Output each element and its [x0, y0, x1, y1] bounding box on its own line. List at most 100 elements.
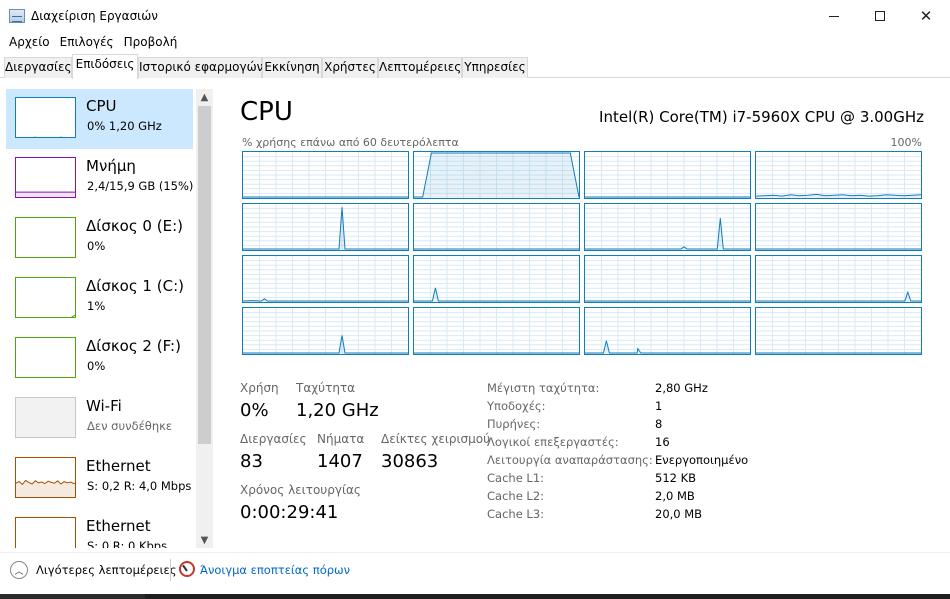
close-icon: ✕ — [919, 7, 933, 25]
speed-value: 1,20 GHz — [296, 400, 379, 421]
processes-label: Διεργασίες — [240, 432, 307, 446]
tab-bar: Διεργασίες Επιδόσεις Ιστορικό εφαρμογών … — [0, 54, 950, 79]
tab-performance[interactable]: Επιδόσεις — [72, 54, 138, 79]
handles-label: Δείκτες χειρισμού — [381, 432, 491, 446]
disk1-thumbnail-graph — [15, 277, 76, 318]
logical-processor-graph — [755, 203, 922, 251]
graph-caption: % χρήσης επάνω από 60 δευτερόλεπτα — [242, 136, 459, 149]
resource-name: Δίσκος 2 (F:) — [86, 337, 181, 355]
resource-wifi[interactable]: Wi-Fi Δεν συνδέθηκε — [6, 389, 193, 449]
threads-label: Νήματα — [317, 432, 365, 446]
menu-bar: Αρχείο Επιλογές Προβολή — [0, 32, 950, 52]
open-resource-monitor-link[interactable]: Άνοιγμα εποπτείας πόρων — [200, 563, 350, 577]
resource-memory[interactable]: Μνήμη 2,4/15,9 GB (15%) — [6, 149, 193, 209]
thumbnail-area — [16, 192, 75, 197]
window-title: Διαχείριση Εργασιών — [31, 9, 158, 23]
logical-processor-graph — [242, 151, 409, 199]
spec-value: 8 — [655, 417, 663, 431]
resource-detail: 0% — [87, 239, 106, 253]
core-usage-svg — [414, 204, 579, 250]
minimize-button[interactable] — [811, 0, 857, 32]
spec-value: Ενεργοποιημένο — [655, 453, 749, 467]
page-title: CPU — [240, 97, 293, 127]
resource-disk-2[interactable]: Δίσκος 2 (F:) 0% — [6, 329, 193, 389]
logical-processor-graph — [584, 255, 751, 303]
resource-disk-1[interactable]: Δίσκος 1 (C:) 1% — [6, 269, 193, 329]
scroll-up-arrow-icon[interactable]: ▲ — [196, 89, 213, 105]
footer-divider — [170, 559, 171, 581]
resource-detail: 0% 1,20 GHz — [87, 119, 162, 133]
threads-value: 1407 — [317, 451, 363, 472]
resource-disk-0[interactable]: Δίσκος 0 (E:) 0% — [6, 209, 193, 269]
tab-processes[interactable]: Διεργασίες — [4, 57, 72, 78]
footer-bar: ︿ Λιγότερες λεπτομέρειες Άνοιγμα εποπτεί… — [0, 552, 950, 585]
resource-detail: S: 0 R: 0 Kbps — [87, 539, 168, 548]
scroll-thumb[interactable] — [198, 106, 211, 444]
core-usage-svg — [585, 308, 750, 354]
core-usage-svg — [243, 256, 408, 302]
logical-processor-graph — [755, 255, 922, 303]
close-button[interactable]: ✕ — [903, 0, 949, 32]
tab-app-history[interactable]: Ιστορικό εφαρμογών — [138, 57, 263, 78]
resource-name: Ethernet — [86, 457, 151, 475]
maximize-button[interactable] — [857, 0, 903, 32]
spec-label: Cache L3: — [487, 507, 545, 521]
logical-processor-graph — [755, 307, 922, 355]
logical-processor-graph — [413, 307, 580, 355]
resource-list-scrollbar[interactable]: ▲ ▼ — [196, 89, 213, 548]
logical-processor-graph — [242, 307, 409, 355]
uptime-value: 0:00:29:41 — [240, 502, 339, 523]
spec-value: 20,0 MB — [655, 507, 703, 521]
thumbnail-area — [71, 315, 75, 317]
menu-view[interactable]: Προβολή — [119, 32, 183, 52]
processes-value: 83 — [240, 451, 263, 472]
resource-detail: 1% — [87, 299, 106, 313]
logical-processor-graph — [584, 151, 751, 199]
disk0-thumbnail-graph — [15, 217, 76, 258]
tab-services[interactable]: Υπηρεσίες — [462, 57, 528, 78]
scroll-down-arrow-icon[interactable]: ▼ — [196, 532, 213, 548]
thumbnail-line — [71, 314, 75, 317]
core-usage-svg — [414, 152, 579, 198]
tab-users[interactable]: Χρήστες — [322, 57, 378, 78]
task-manager-icon — [9, 9, 25, 23]
resource-detail: Δεν συνδέθηκε — [87, 419, 173, 433]
logical-processor-graph — [413, 151, 580, 199]
core-usage-svg — [243, 308, 408, 354]
core-usage-svg — [243, 152, 408, 198]
fewer-details-link[interactable]: Λιγότερες λεπτομέρειες — [36, 563, 176, 577]
spec-value: 2,0 MB — [655, 489, 695, 503]
spec-label: Cache L2: — [487, 489, 545, 503]
core-usage-svg — [756, 204, 921, 250]
ethernet1-thumbnail-graph — [15, 457, 76, 498]
menu-options[interactable]: Επιλογές — [55, 32, 119, 52]
core-usage-svg — [585, 204, 750, 250]
spec-value: 1 — [655, 399, 663, 413]
resource-monitor-icon[interactable] — [179, 561, 195, 577]
core-usage-svg — [756, 152, 921, 198]
spec-value: 512 KB — [655, 471, 697, 485]
logical-processor-graph — [413, 255, 580, 303]
core-usage-area — [414, 153, 579, 198]
disk2-thumbnail-graph — [15, 337, 76, 378]
core-usage-svg — [585, 152, 750, 198]
resource-ethernet-2[interactable]: Ethernet S: 0 R: 0 Kbps — [6, 509, 193, 548]
cpu-thumbnail-graph — [15, 97, 76, 138]
chevron-up-icon[interactable]: ︿ — [10, 561, 28, 579]
core-usage-svg — [243, 204, 408, 250]
taskbar-edge — [0, 594, 950, 599]
spec-label: Πυρήνες: — [487, 417, 541, 431]
tab-startup[interactable]: Εκκίνηση — [262, 57, 322, 78]
menu-file[interactable]: Αρχείο — [4, 32, 55, 52]
core-usage-svg — [756, 256, 921, 302]
resource-cpu[interactable]: CPU 0% 1,20 GHz — [6, 89, 193, 149]
resource-name: CPU — [86, 97, 117, 115]
spec-label: Μέγιστη ταχύτητα: — [487, 381, 600, 395]
resource-name: Wi-Fi — [86, 397, 122, 415]
resource-ethernet-1[interactable]: Ethernet S: 0,2 R: 4,0 Mbps — [6, 449, 193, 509]
memory-thumbnail-graph — [15, 157, 76, 198]
core-usage-svg — [414, 256, 579, 302]
thumbnail-area — [16, 137, 76, 138]
tab-details[interactable]: Λεπτομέρειες — [378, 57, 462, 78]
utilization-value: 0% — [240, 400, 269, 421]
